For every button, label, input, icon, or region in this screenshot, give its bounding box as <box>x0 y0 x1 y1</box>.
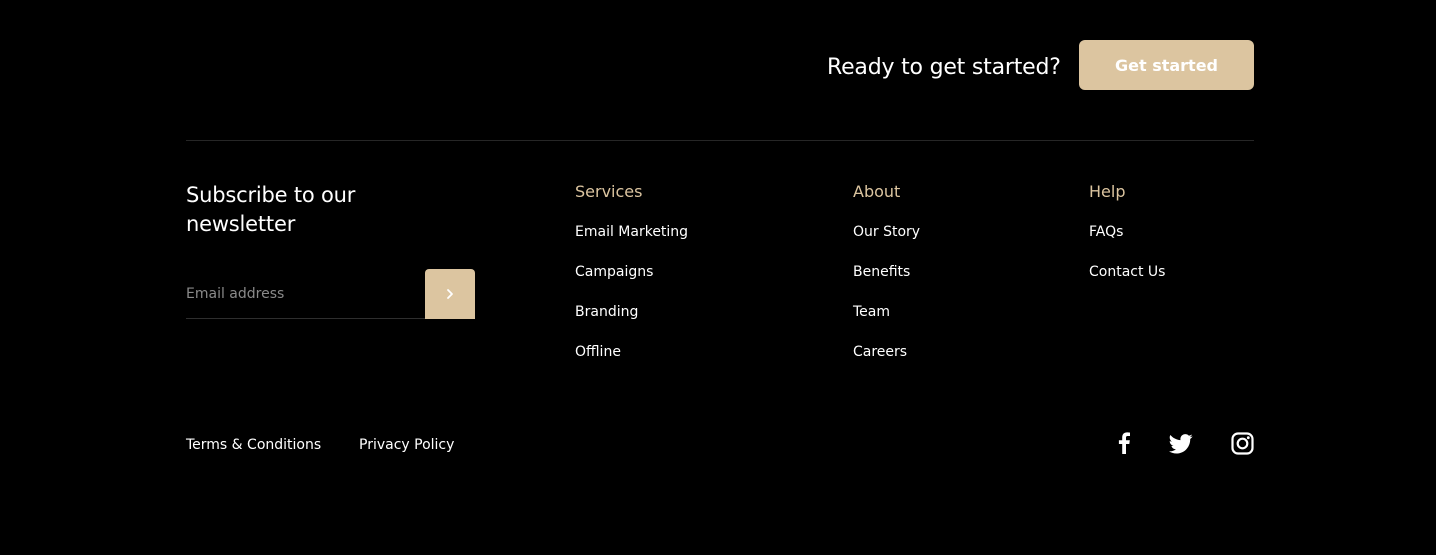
about-heading: About <box>853 182 901 201</box>
nav-link-our-story[interactable]: Our Story <box>853 222 920 242</box>
facebook-icon[interactable] <box>1117 432 1131 454</box>
nav-link-campaigns[interactable]: Campaigns <box>575 262 688 282</box>
nav-link-branding[interactable]: Branding <box>575 302 688 322</box>
nav-link-offline[interactable]: Offline <box>575 342 688 362</box>
newsletter-title: Subscribe to our newsletter <box>186 183 356 236</box>
twitter-icon[interactable] <box>1169 434 1193 454</box>
privacy-link[interactable]: Privacy Policy <box>359 435 454 455</box>
services-column: Services Email Marketing Campaigns Brand… <box>575 182 688 382</box>
nav-link-faqs[interactable]: FAQs <box>1089 222 1165 242</box>
help-heading: Help <box>1089 182 1126 201</box>
nav-link-email-marketing[interactable]: Email Marketing <box>575 222 688 242</box>
cta-text: Ready to get started? <box>827 55 1061 80</box>
newsletter-submit-button[interactable] <box>425 269 475 319</box>
nav-link-benefits[interactable]: Benefits <box>853 262 920 282</box>
get-started-button[interactable]: Get started <box>1079 40 1254 90</box>
chevron-right-icon <box>447 289 453 299</box>
instagram-icon[interactable] <box>1231 432 1254 455</box>
nav-link-careers[interactable]: Careers <box>853 342 920 362</box>
email-input[interactable] <box>186 269 425 319</box>
help-column: Help FAQs Contact Us <box>1089 182 1165 302</box>
nav-link-contact-us[interactable]: Contact Us <box>1089 262 1165 282</box>
terms-link[interactable]: Terms & Conditions <box>186 435 321 455</box>
divider <box>186 140 1254 141</box>
nav-link-team[interactable]: Team <box>853 302 920 322</box>
newsletter-form <box>186 269 475 320</box>
services-heading: Services <box>575 182 643 201</box>
about-column: About Our Story Benefits Team Careers <box>853 182 920 382</box>
